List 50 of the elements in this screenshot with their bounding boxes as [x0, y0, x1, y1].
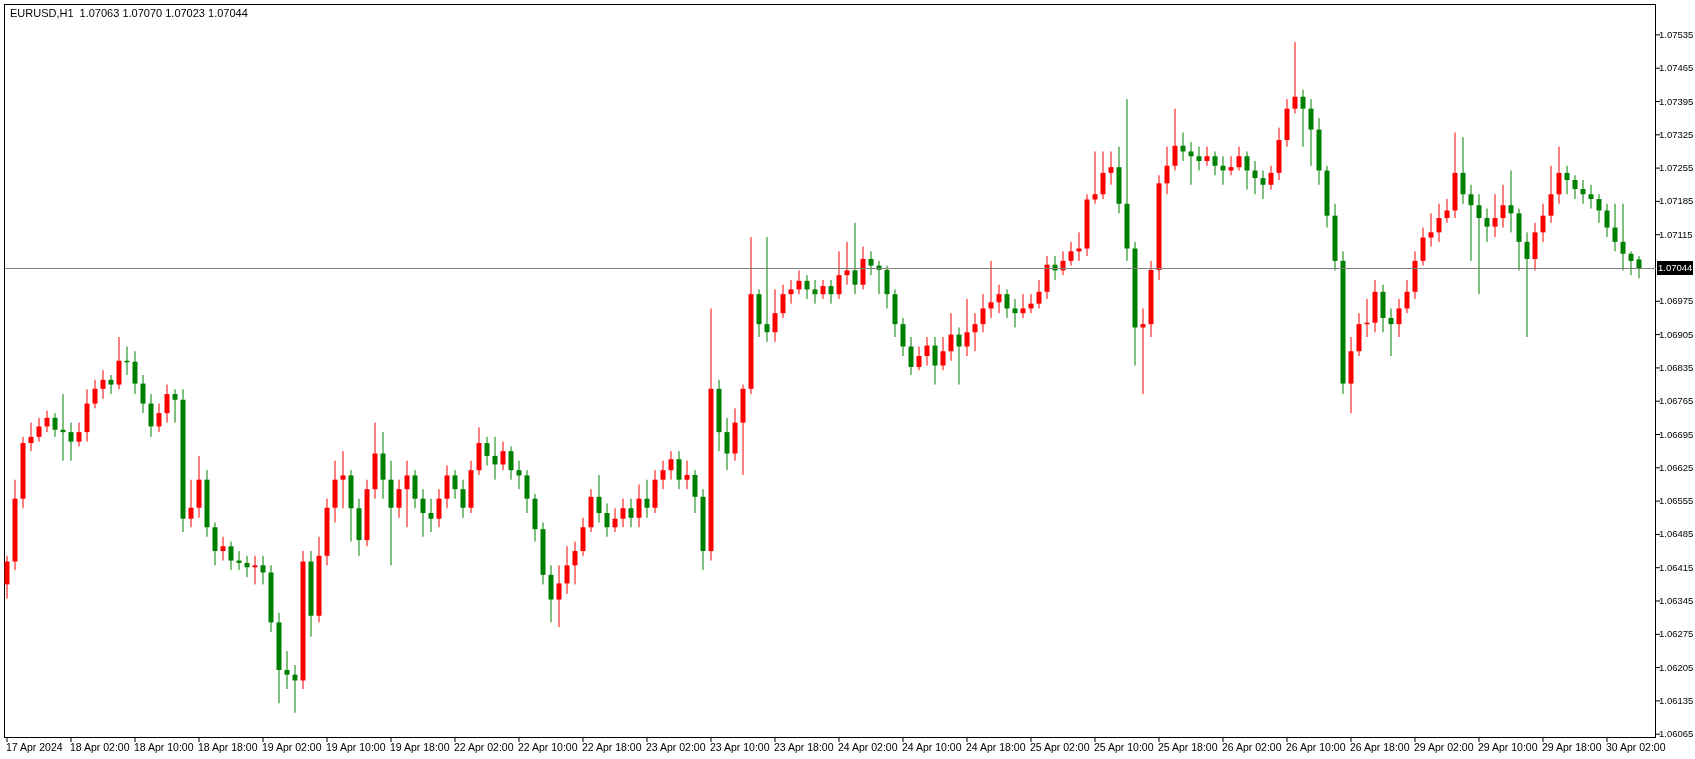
- price-axis-label: 1.07465: [1659, 63, 1694, 73]
- price-axis-label: 1.06065: [1659, 729, 1694, 739]
- time-axis-label: 19 Apr 10:00: [326, 742, 386, 753]
- time-axis-label: 23 Apr 02:00: [646, 742, 706, 753]
- ohlc-quote-text: 1.07063 1.07070 1.07023 1.07044: [79, 8, 248, 19]
- price-axis-label: 1.06345: [1659, 596, 1694, 606]
- price-axis-label: 1.07185: [1659, 196, 1694, 206]
- current-price-label: 1.07044: [1657, 261, 1694, 276]
- symbol-timeframe-label: EURUSD,H1: [10, 8, 74, 19]
- time-axis-label: 22 Apr 02:00: [454, 742, 514, 753]
- time-axis-label: 30 Apr 02:00: [1606, 742, 1666, 753]
- time-axis-label: 23 Apr 18:00: [774, 742, 834, 753]
- time-axis-label: 25 Apr 10:00: [1094, 742, 1154, 753]
- time-axis-label: 24 Apr 02:00: [838, 742, 898, 753]
- time-axis-label: 29 Apr 02:00: [1414, 742, 1474, 753]
- price-axis-label: 1.07535: [1659, 29, 1694, 40]
- time-axis-label: 18 Apr 10:00: [134, 742, 194, 753]
- price-axis-label: 1.07325: [1659, 129, 1694, 140]
- price-axis-label: 1.06275: [1659, 629, 1694, 639]
- time-axis-label: 18 Apr 02:00: [70, 742, 130, 753]
- price-axis-label: 1.06555: [1659, 496, 1694, 506]
- price-axis-label: 1.06765: [1659, 396, 1694, 406]
- price-axis-label: 1.07395: [1659, 96, 1694, 106]
- price-axis-label: 1.06485: [1659, 529, 1694, 539]
- time-axis-label: 24 Apr 10:00: [902, 742, 962, 753]
- price-axis-label: 1.06205: [1659, 662, 1694, 673]
- time-axis-label: 25 Apr 02:00: [1030, 742, 1090, 753]
- time-axis-label: 25 Apr 18:00: [1158, 742, 1218, 753]
- price-axis-label: 1.06415: [1659, 562, 1694, 573]
- time-axis-label: 26 Apr 02:00: [1222, 742, 1282, 753]
- time-axis-label: 22 Apr 10:00: [518, 742, 578, 753]
- price-axis-label: 1.07115: [1659, 229, 1693, 240]
- price-axis-label: 1.06905: [1659, 329, 1694, 340]
- price-axis-label: 1.06835: [1659, 362, 1694, 373]
- price-axis-label: 1.06625: [1659, 462, 1694, 473]
- price-axis-label: 1.06975: [1659, 296, 1694, 306]
- time-axis-label: 29 Apr 10:00: [1478, 742, 1538, 753]
- time-axis-label: 26 Apr 18:00: [1350, 742, 1410, 753]
- time-axis-label: 29 Apr 18:00: [1542, 742, 1602, 753]
- time-axis-label: 17 Apr 2024: [6, 742, 63, 753]
- time-axis-label: 23 Apr 10:00: [710, 742, 770, 753]
- time-axis-label: 22 Apr 18:00: [582, 742, 642, 753]
- time-axis-label: 26 Apr 10:00: [1286, 742, 1346, 753]
- time-axis-label: 18 Apr 18:00: [198, 742, 258, 753]
- time-axis-label: 19 Apr 18:00: [390, 742, 450, 753]
- time-axis-label: 24 Apr 18:00: [966, 742, 1026, 753]
- price-axis-label: 1.07255: [1659, 163, 1694, 173]
- time-axis-label: 19 Apr 02:00: [262, 742, 322, 753]
- price-axis-label: 1.06135: [1659, 695, 1694, 706]
- price-axis-label: 1.06695: [1659, 429, 1694, 439]
